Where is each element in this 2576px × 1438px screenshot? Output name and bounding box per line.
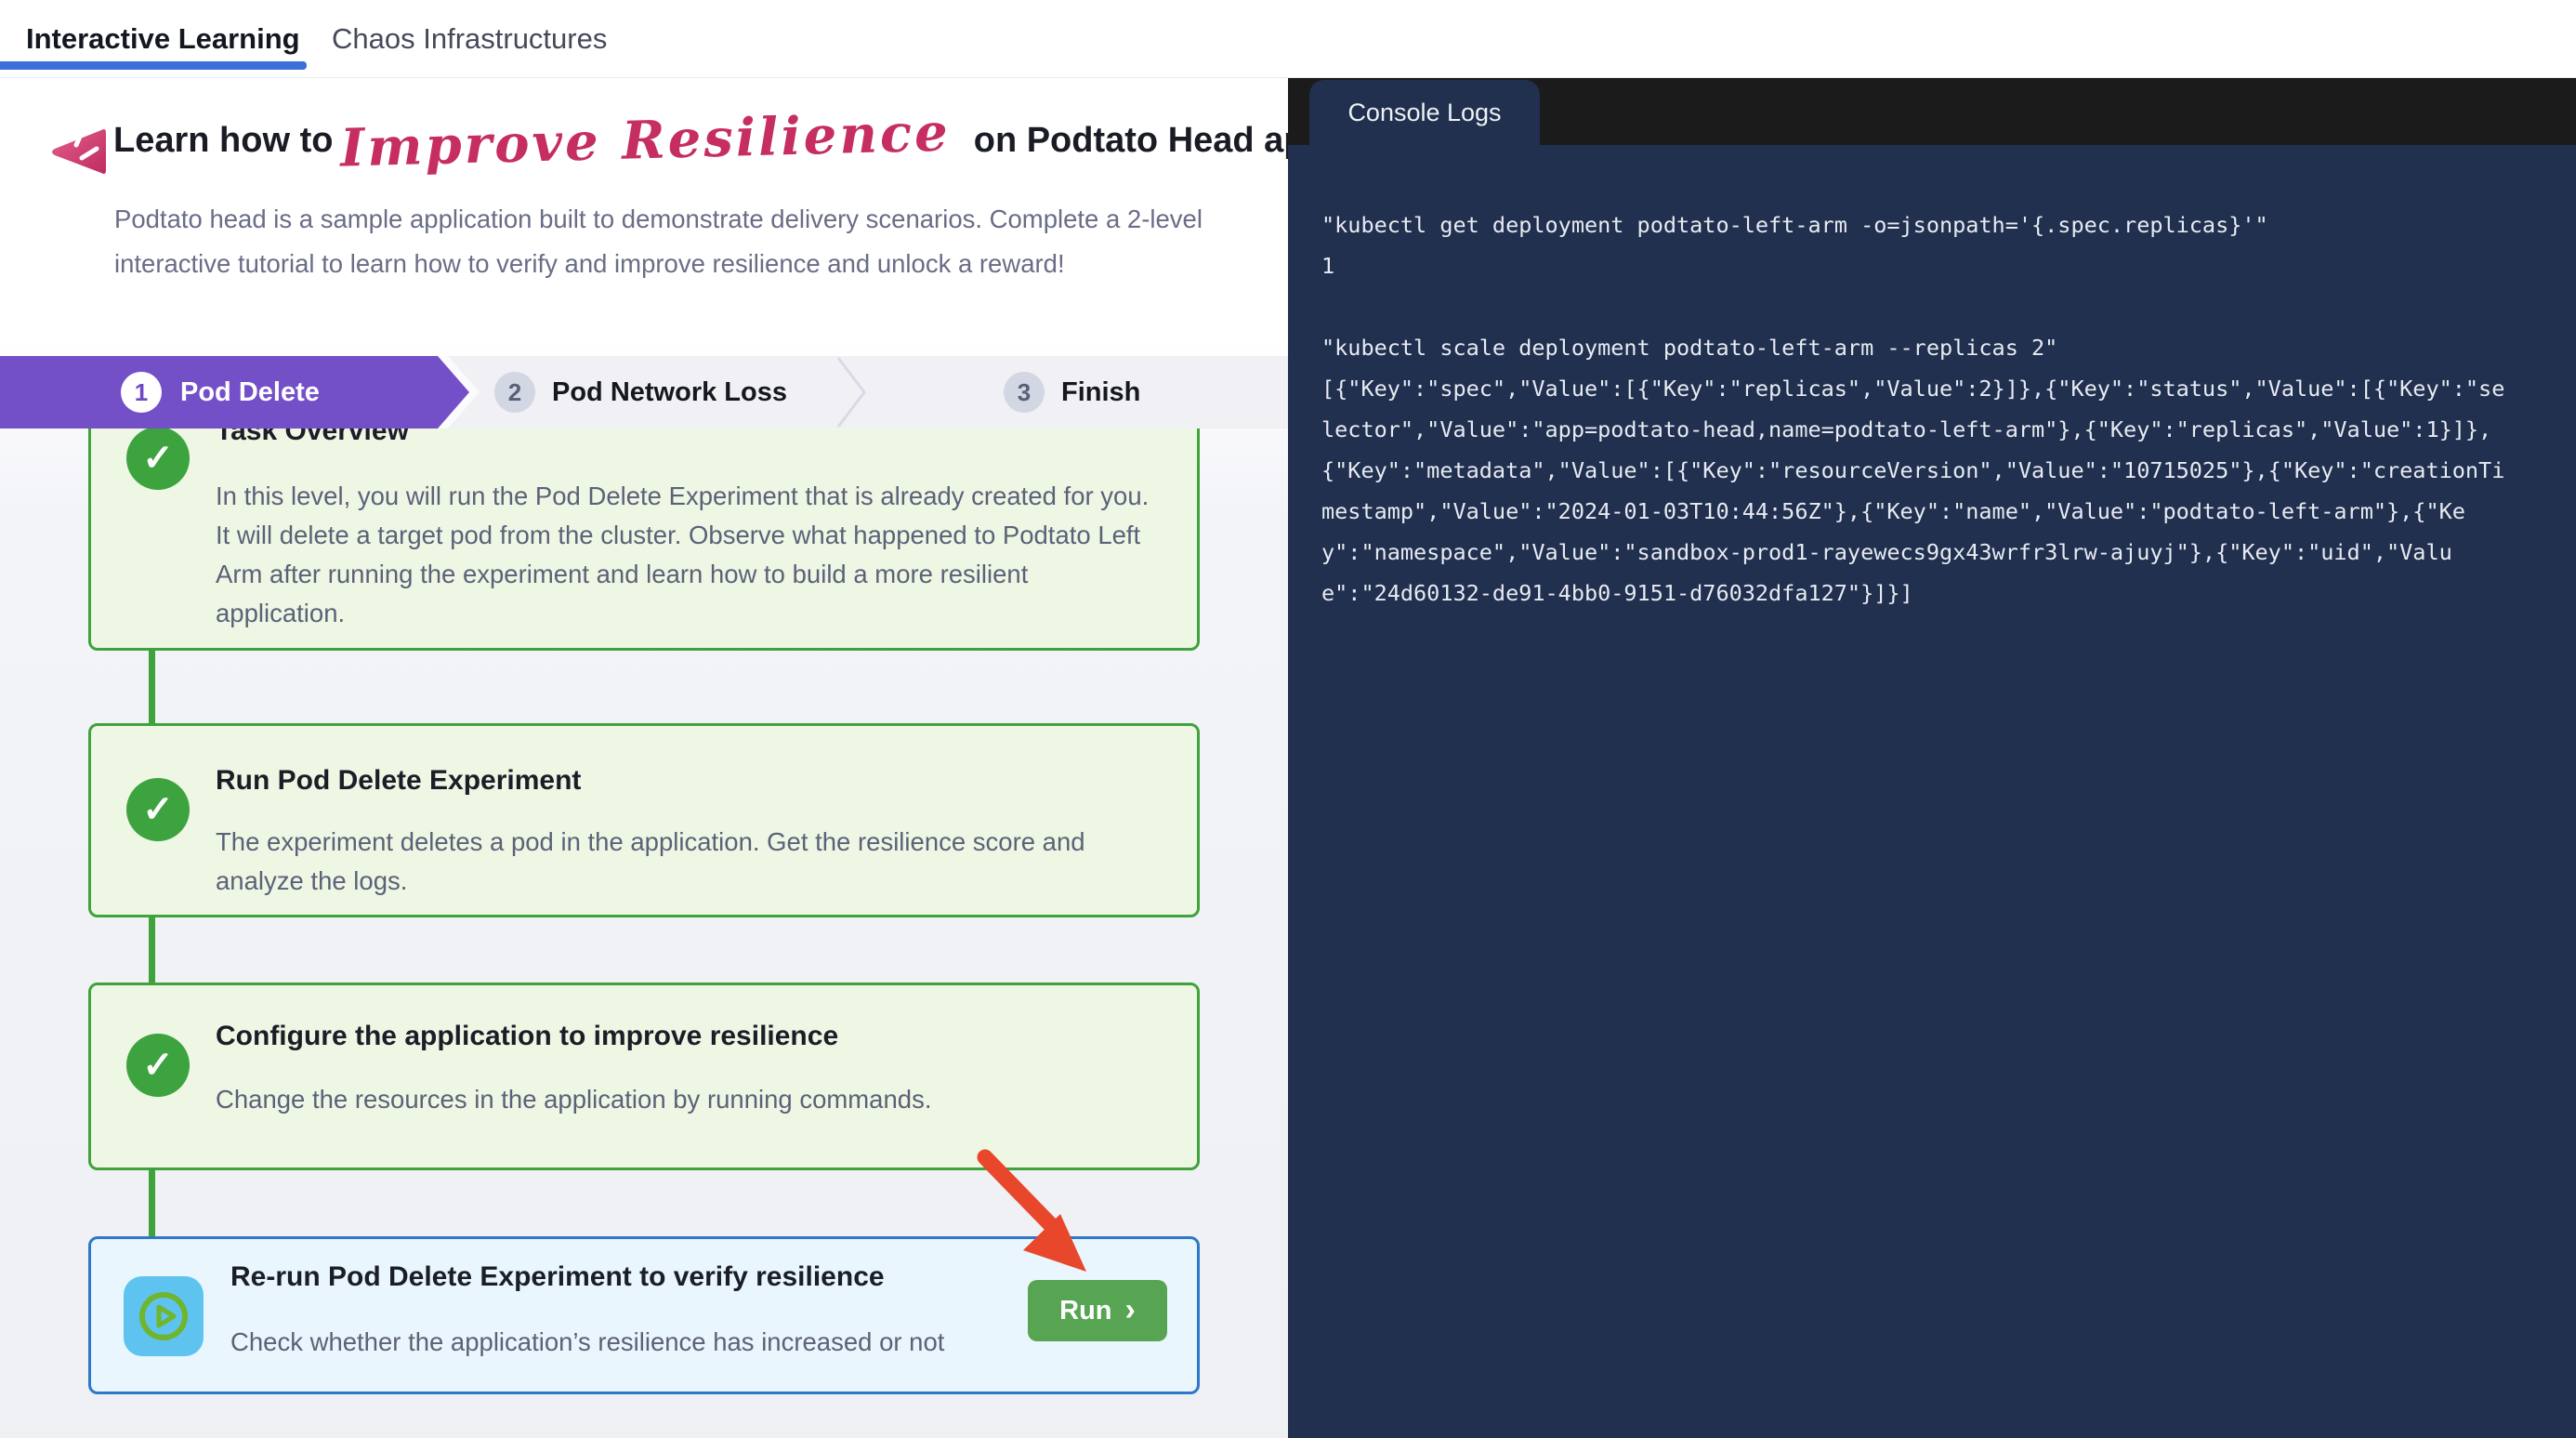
console-log-line: {"Key":"metadata","Value":[{"Key":"resou… [1321, 450, 2548, 491]
step-label: Finish [1061, 377, 1140, 408]
task-description: Check whether the application’s resilien… [230, 1323, 1048, 1362]
check-circle-icon: ✓ [126, 778, 190, 841]
step-number: 2 [494, 372, 535, 413]
tutorial-panel: Learn how to Improve Resilience on Podta… [0, 78, 1288, 1438]
console-log-output[interactable]: "kubectl get deployment podtato-left-arm… [1288, 145, 2576, 1438]
task-description: The experiment deletes a pod in the appl… [216, 823, 1136, 901]
title-highlight: Improve Resilience [333, 101, 965, 179]
console-log-line: 1 [1321, 245, 2548, 286]
step-label: Pod Delete [180, 377, 320, 408]
task-description: Change the resources in the application … [216, 1080, 1173, 1119]
task-card-run-experiment: ✓ Run Pod Delete Experiment The experime… [88, 723, 1200, 917]
title-prefix: Learn how to [113, 121, 333, 161]
run-button-label: Run [1059, 1296, 1111, 1326]
step-pod-network-loss[interactable]: 2 Pod Network Loss [494, 356, 787, 429]
console-log-line: "kubectl scale deployment podtato-left-a… [1321, 327, 2548, 368]
check-circle-icon: ✓ [126, 1034, 190, 1097]
task-title: Configure the application to improve res… [216, 1021, 838, 1052]
chevron-right-icon: › [1125, 1294, 1136, 1326]
step-number: 3 [1004, 372, 1045, 413]
chaos-logo-icon [43, 117, 112, 186]
play-icon [124, 1276, 204, 1356]
top-tab-bar: Interactive Learning Chaos Infrastructur… [0, 0, 2576, 78]
check-circle-icon: ✓ [126, 427, 190, 490]
task-title: Run Pod Delete Experiment [216, 765, 581, 797]
task-connector [149, 649, 155, 727]
tab-chaos-infrastructures[interactable]: Chaos Infrastructures [332, 0, 607, 78]
step-label: Pod Network Loss [552, 377, 787, 408]
task-description: In this level, you will run the Pod Dele… [216, 477, 1159, 633]
step-progress-bar: 1 Pod Delete 2 Pod Network Loss 3 Finish [0, 356, 1288, 429]
console-log-line: [{"Key":"spec","Value":[{"Key":"replicas… [1321, 368, 2548, 409]
console-log-line [1321, 286, 2548, 327]
console-log-line: "kubectl get deployment podtato-left-arm… [1321, 204, 2548, 245]
step-number: 1 [121, 372, 162, 413]
step-pod-delete[interactable]: 1 Pod Delete [0, 356, 469, 429]
console-log-line: lector","Value":"app=podtato-head,name=p… [1321, 409, 2548, 450]
task-title: Re-run Pod Delete Experiment to verify r… [230, 1261, 885, 1293]
console-log-line: mestamp","Value":"2024-01-03T10:44:56Z"}… [1321, 491, 2548, 532]
step-separator-chevron [835, 356, 872, 429]
active-tab-underline [0, 61, 307, 70]
tutorial-description: Podtato head is a sample application bui… [114, 197, 1206, 286]
task-connector [149, 916, 155, 984]
chaos-tutorial-screen: Interactive Learning Chaos Infrastructur… [0, 0, 2576, 1438]
console-log-line: y":"namespace","Value":"sandbox-prod1-ra… [1321, 532, 2548, 573]
page-title: Learn how to Improve Resilience on Podta… [113, 110, 1266, 171]
step-finish[interactable]: 3 Finish [1004, 356, 1140, 429]
task-connector [149, 1168, 155, 1238]
console-panel: Console Logs "kubectl get deployment pod… [1288, 78, 2576, 1438]
tab-console-logs[interactable]: Console Logs [1309, 80, 1540, 145]
console-log-line: e":"24d60132-de91-4bb0-9151-d76032dfa127… [1321, 573, 2548, 613]
red-annotation-arrow [962, 1142, 1111, 1291]
